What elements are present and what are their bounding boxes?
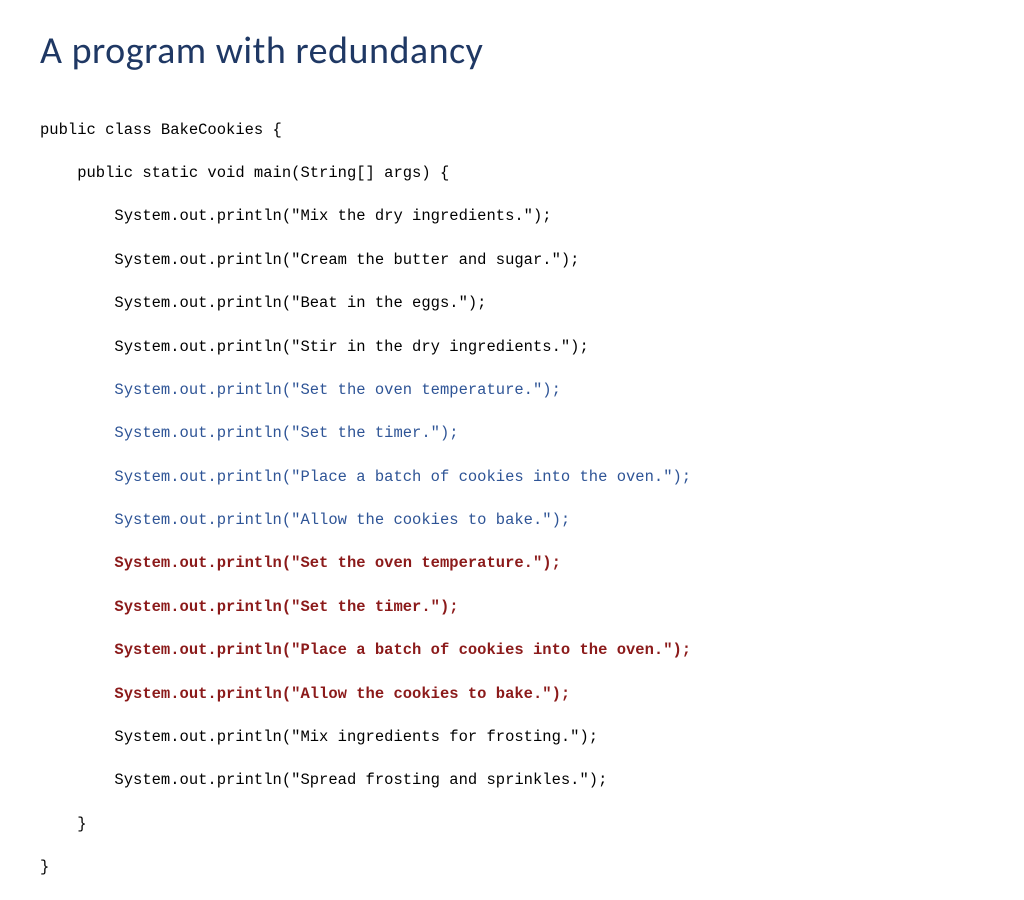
code-line-4: System.out.println("Stir in the dry ingr… (40, 337, 984, 359)
code-line-10: System.out.println("Set the timer."); (40, 597, 984, 619)
code-line-close-method: } (40, 814, 984, 836)
code-line-8: System.out.println("Allow the cookies to… (40, 510, 984, 532)
code-line-7: System.out.println("Place a batch of coo… (40, 467, 984, 489)
code-block: public class BakeCookies { public static… (40, 98, 984, 900)
code-line-1: System.out.println("Mix the dry ingredie… (40, 206, 984, 228)
code-line-11: System.out.println("Place a batch of coo… (40, 640, 984, 662)
code-line-5: System.out.println("Set the oven tempera… (40, 380, 984, 402)
code-line-close-class: } (40, 857, 984, 879)
slide-title: A program with redundancy (40, 28, 984, 74)
code-line-6: System.out.println("Set the timer."); (40, 423, 984, 445)
code-line-9: System.out.println("Set the oven tempera… (40, 553, 984, 575)
code-line-14: System.out.println("Spread frosting and … (40, 770, 984, 792)
code-line-13: System.out.println("Mix ingredients for … (40, 727, 984, 749)
code-line-class: public class BakeCookies { (40, 120, 984, 142)
code-line-method: public static void main(String[] args) { (40, 163, 984, 185)
code-line-2: System.out.println("Cream the butter and… (40, 250, 984, 272)
code-line-3: System.out.println("Beat in the eggs."); (40, 293, 984, 315)
code-line-12: System.out.println("Allow the cookies to… (40, 684, 984, 706)
